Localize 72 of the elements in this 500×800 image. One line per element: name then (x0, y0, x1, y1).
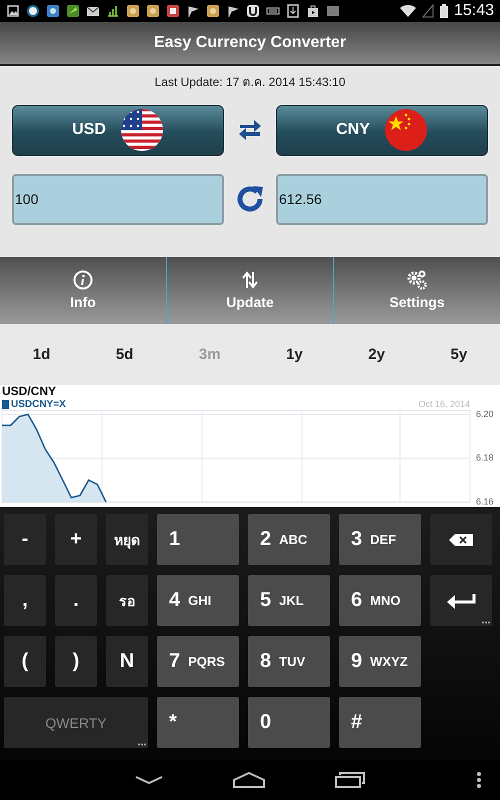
period-tab[interactable]: 1y (278, 342, 311, 367)
game-icon (206, 4, 220, 18)
chart-icon (106, 4, 120, 18)
up-down-arrows-icon (240, 270, 260, 290)
keyboard-key[interactable]: 6 MNO (339, 575, 421, 626)
battery-icon (440, 4, 448, 18)
menu-icon[interactable] (476, 771, 482, 790)
recent-apps-icon[interactable] (335, 772, 365, 788)
keyboard-key[interactable]: 7 PQRS (157, 636, 239, 688)
time-text: 15:43 (454, 2, 494, 20)
to-currency-button[interactable]: CNY (276, 104, 488, 156)
gears-icon (406, 270, 428, 290)
barcode-icon (326, 4, 340, 18)
period-tab[interactable]: 1d (24, 342, 58, 367)
period-tab[interactable]: 2y (360, 342, 393, 367)
toolbar-button[interactable]: Settings (334, 256, 500, 324)
mail-icon (86, 4, 100, 18)
axis-tick-label: 6.20 (476, 410, 494, 420)
image-icon (6, 4, 20, 18)
keyboard-key[interactable]: 9 WXYZ (339, 636, 421, 688)
game-icon (146, 4, 160, 18)
amount-field[interactable]: 100 (12, 174, 224, 225)
badge-icon (26, 4, 40, 18)
game-icon (126, 4, 140, 18)
keyboard-key[interactable]: N (106, 636, 148, 688)
flag-icon (226, 4, 240, 18)
chart-title: USD/CNY (1, 385, 58, 398)
game-icon (166, 4, 180, 18)
download-icon (286, 4, 300, 18)
china-flag-icon (384, 108, 428, 152)
keyboard-key[interactable]: รอ (106, 575, 148, 626)
keyboard-key[interactable]: 5 JKL (248, 575, 330, 626)
app-icon (246, 4, 260, 18)
keyboard-key[interactable]: 3 DEF (339, 514, 421, 566)
backspace-icon (448, 532, 474, 547)
home-icon[interactable] (233, 772, 265, 788)
keyboard-key[interactable]: + (55, 514, 97, 566)
chart-date: Oct 16, 2014 (418, 399, 470, 410)
app-icon (66, 4, 80, 18)
keyboard-key[interactable]: ( (4, 636, 46, 688)
keyboard-key[interactable]: 8 TUV (248, 636, 330, 688)
keyboard-key[interactable] (430, 575, 492, 626)
wifi-icon (400, 4, 416, 18)
keyboard-key[interactable]: 2 ABC (248, 514, 330, 566)
period-tab[interactable]: 5y (442, 342, 476, 367)
keyboard-key[interactable]: . (55, 575, 97, 626)
result-field[interactable]: 612.56 (276, 174, 488, 225)
axis-tick-label: 6.16 (476, 496, 494, 507)
shopping-bag-icon (306, 4, 320, 18)
keyboard-key[interactable]: 4 GHI (157, 575, 239, 626)
info-icon (73, 270, 93, 290)
app-icon (46, 4, 60, 18)
keyboard-key[interactable]: หยุด (106, 514, 148, 566)
keyboard-key[interactable]: ) (55, 636, 97, 688)
keyboard-key[interactable]: QWERTY (4, 697, 148, 748)
app-title: Easy Currency Converter (154, 34, 346, 52)
keyboard-key[interactable]: 1 (157, 514, 239, 566)
enter-icon (446, 592, 476, 610)
from-currency-button[interactable]: USD (12, 104, 224, 156)
keyboard-key[interactable]: # (339, 697, 421, 748)
keyboard-key[interactable]: - (4, 514, 46, 566)
axis-tick-label: 6.18 (476, 453, 494, 463)
back-icon[interactable] (135, 775, 163, 786)
signal-icon (422, 4, 434, 18)
keyboard-key[interactable]: * (157, 697, 239, 748)
keyboard-key[interactable]: , (4, 575, 46, 626)
keyboard-key[interactable]: 0 (248, 697, 330, 748)
last-update-text: Last Update: 17 ต.ค. 2014 15:43:10 (154, 74, 346, 91)
period-tab[interactable]: 5d (108, 342, 142, 367)
chart-legend: USDCNY=X (2, 398, 66, 410)
flag-icon (186, 4, 200, 18)
keyboard-key[interactable] (430, 514, 492, 566)
